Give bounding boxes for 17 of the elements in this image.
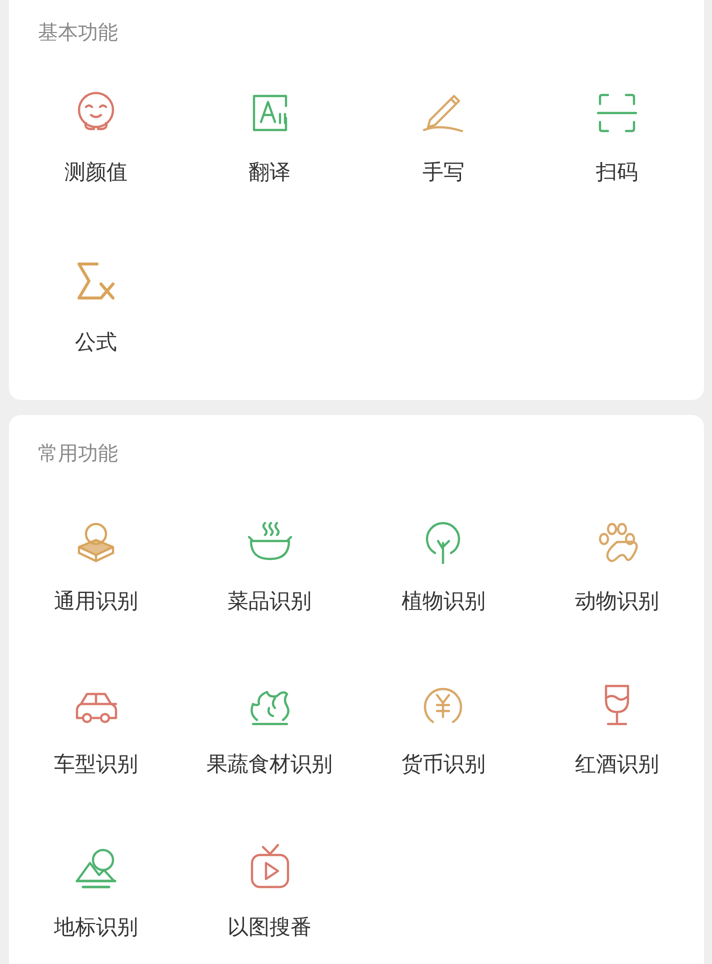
- feature-label[interactable]: 菜品识别: [228, 587, 312, 615]
- section-title: 常用功能: [38, 440, 119, 467]
- feature-label[interactable]: 地标识别: [54, 913, 138, 941]
- feature-label[interactable]: 植物识别: [401, 587, 486, 615]
- feature-label[interactable]: 动物识别: [575, 587, 660, 615]
- feature-label[interactable]: 手写: [422, 158, 464, 186]
- feature-label[interactable]: 公式: [74, 328, 117, 356]
- feature-label[interactable]: 测颜值: [64, 158, 128, 186]
- feature-label[interactable]: 果蔬食材识别: [206, 750, 333, 778]
- feature-label[interactable]: 以图搜番: [228, 913, 312, 941]
- feature-label[interactable]: 货币识别: [401, 750, 486, 778]
- feature-label[interactable]: 通用识别: [54, 587, 138, 615]
- feature-label[interactable]: 车型识别: [54, 750, 138, 778]
- feature-label[interactable]: 翻译: [248, 158, 291, 186]
- feature-label[interactable]: 红酒识别: [575, 750, 660, 778]
- section-title: 基本功能: [38, 19, 119, 46]
- feature-label[interactable]: 扫码: [596, 158, 638, 186]
